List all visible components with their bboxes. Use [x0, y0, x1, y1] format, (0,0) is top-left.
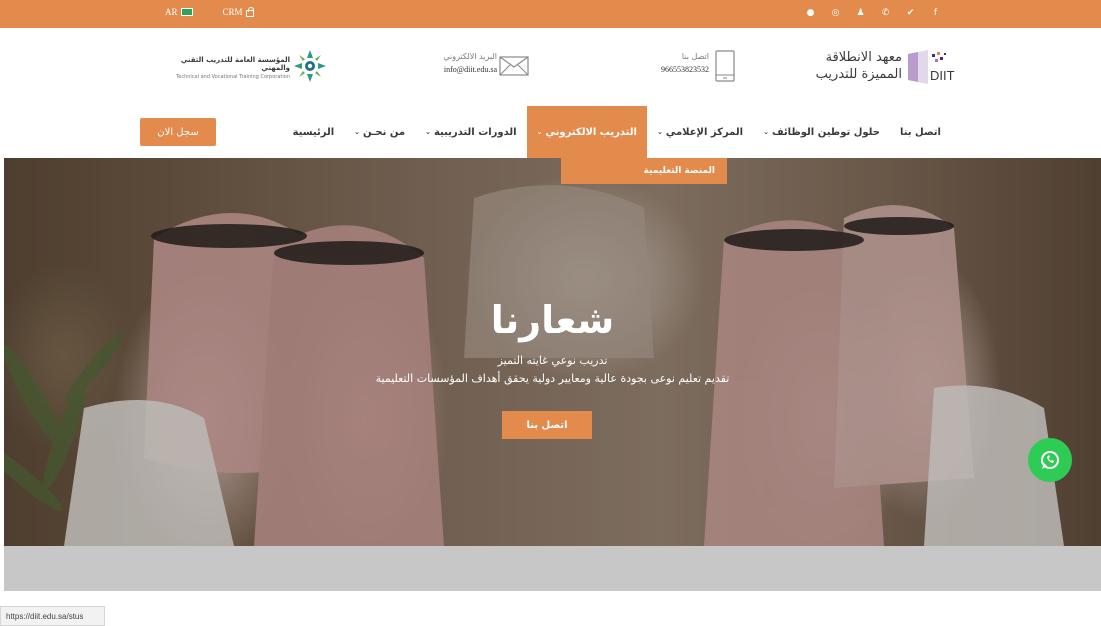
whatsapp-icon[interactable]: ✆ [880, 8, 891, 19]
phone-label: اتصل بنا [681, 52, 709, 61]
hero-title: شعارنا [490, 298, 615, 342]
twitter-icon[interactable]: ✔ [905, 8, 916, 19]
nav-items: الرئيسية من نحـن ⌄ الدورات التدريبية ⌄ ا… [283, 106, 951, 158]
email-value: info@diit.edu.sa [443, 65, 497, 74]
elearning-dropdown-item[interactable]: المنصة التعليمية [561, 158, 727, 184]
lock-icon [245, 6, 254, 17]
nav-item-contact[interactable]: اتصل بنا [890, 106, 951, 158]
nav-label: الرئيسية [292, 126, 335, 138]
brand-text: معهد الانطلاقة المميزة للتدريب [810, 50, 902, 82]
email-text: البريد الالكتروني info@diit.edu.sa [425, 52, 497, 74]
nav-item-elearning[interactable]: التدريب الالكتروني ⌄ [526, 106, 647, 158]
email-label: البريد الالكتروني [443, 52, 497, 61]
whatsapp-chat-button[interactable] [1028, 438, 1072, 482]
brand-logo-text: DIIT [930, 68, 955, 83]
hero-description: تقديم تعليم نوعى بجودة عالية ومعايير دول… [375, 372, 730, 385]
phone-text: اتصل بنا 966553823532 [645, 52, 709, 74]
email-contact[interactable]: البريد الالكتروني info@diit.edu.sa [425, 50, 530, 84]
brand-name-line1: معهد الانطلاقة [825, 50, 902, 65]
nav-label: المركز الإعلامي [665, 126, 744, 138]
register-now-button[interactable]: سجل الان [140, 118, 216, 146]
nav-label: من نحـن [363, 126, 406, 138]
hero-subtitle: تدريب نوعي غايته التميز [497, 354, 608, 367]
hero-contact-button[interactable]: اتصل بنا [502, 411, 592, 439]
language-label: AR [165, 7, 178, 17]
nav-label: التدريب الالكتروني [545, 126, 637, 138]
tvtc-name-ar: المؤسسة العامة للتدريب التقني والمهني [180, 56, 290, 72]
envelope-icon [499, 56, 529, 76]
site-header: المؤسسة العامة للتدريب التقني والمهني Te… [0, 28, 1101, 106]
snapchat-icon[interactable]: ♟ [855, 8, 866, 19]
hero-overlay [4, 158, 1101, 546]
circle-icon[interactable]: ● [805, 8, 816, 19]
browser-status-url: https://diit.edu.sa/stus [0, 606, 105, 626]
nav-item-about[interactable]: من نحـن ⌄ [344, 106, 415, 158]
flag-icon [180, 8, 193, 16]
chevron-down-icon: ⌄ [425, 128, 431, 136]
section-divider-band [4, 546, 1101, 591]
brand-logo[interactable]: معهد الانطلاقة المميزة للتدريب DIIT [810, 46, 965, 88]
facebook-icon[interactable]: f [930, 8, 941, 19]
diit-logo-icon: DIIT [908, 50, 955, 84]
chevron-down-icon: ⌄ [656, 128, 663, 136]
chevron-down-icon: ⌄ [763, 128, 769, 136]
chevron-down-icon: ⌄ [354, 128, 360, 136]
whatsapp-icon [1041, 451, 1059, 469]
hero-banner: شعارنا تدريب نوعي غايته التميز تقديم تعل… [4, 158, 1101, 546]
nav-label: حلول توطين الوظائف [771, 126, 880, 138]
crm-label: CRM [222, 7, 243, 17]
instagram-icon[interactable]: ◎ [830, 8, 841, 19]
tvtc-logo-block[interactable]: المؤسسة العامة للتدريب التقني والمهني Te… [150, 46, 330, 86]
top-bar: AR CRM ● ◎ ♟ ✆ ✔ f [0, 0, 1101, 28]
page: AR CRM ● ◎ ♟ ✆ ✔ f المؤسسة العامة للتدري… [0, 0, 1101, 626]
social-links: ● ◎ ♟ ✆ ✔ f [805, 8, 941, 19]
language-switch[interactable]: AR [165, 7, 193, 17]
crm-link[interactable]: CRM [222, 6, 254, 17]
nav-item-media-center[interactable]: المركز الإعلامي ⌄ [647, 106, 753, 158]
chevron-down-icon: ⌄ [536, 128, 543, 136]
tvtc-text: المؤسسة العامة للتدريب التقني والمهني Te… [150, 56, 290, 80]
nav-label: اتصل بنا [899, 126, 941, 138]
phone-contact[interactable]: اتصل بنا 966553823532 [645, 48, 737, 86]
nav-item-job-localization[interactable]: حلول توطين الوظائف ⌄ [753, 106, 890, 158]
brand-name-line2: المميزة للتدريب [815, 67, 902, 82]
tvtc-emblem-icon [294, 50, 326, 82]
nav-item-courses[interactable]: الدورات التدريبية ⌄ [415, 106, 527, 158]
mobile-phone-icon [715, 50, 735, 82]
tvtc-name-en: Technical and Vocational Training Corpor… [176, 74, 290, 80]
top-bar-links: AR CRM [165, 6, 254, 17]
phone-value: 966553823532 [661, 65, 709, 74]
nav-label: الدورات التدريبية [433, 126, 517, 138]
nav-item-home[interactable]: الرئيسية [283, 106, 345, 158]
